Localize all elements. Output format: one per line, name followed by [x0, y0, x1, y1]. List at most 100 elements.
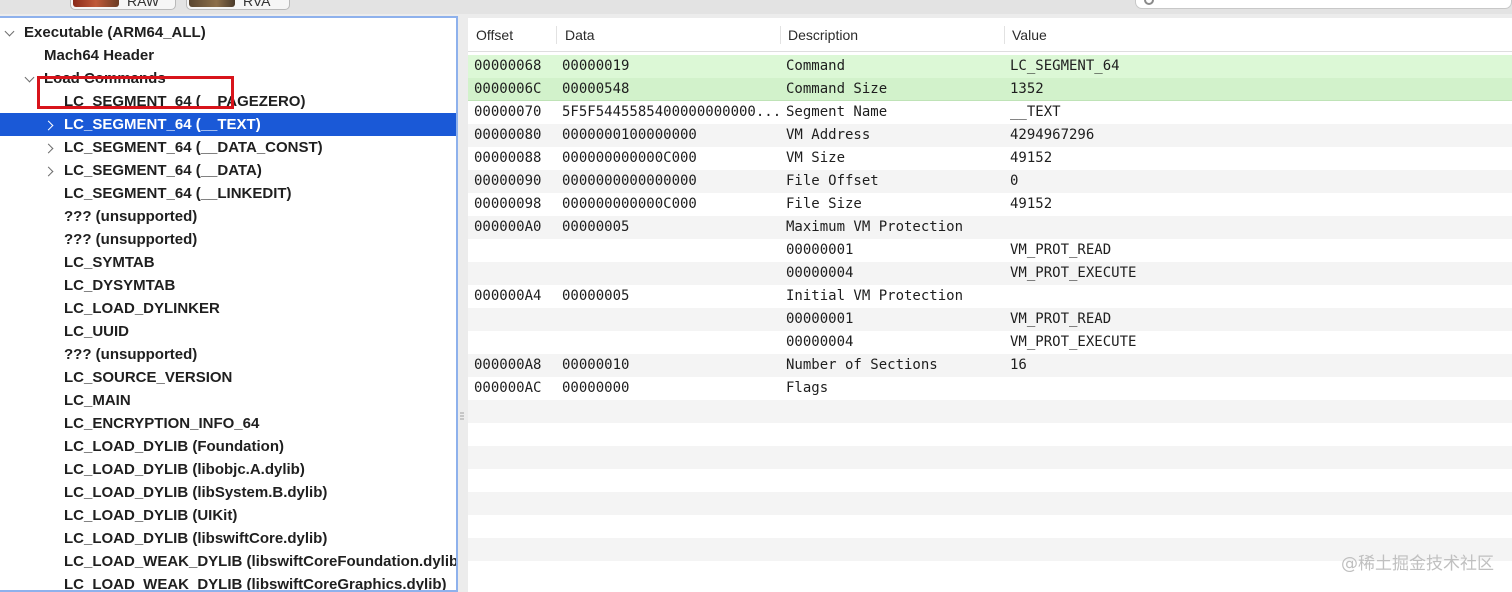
cell-data: 00000005: [562, 288, 630, 304]
table-row[interactable]: 0000006C 00000548 Command Size 1352: [468, 78, 1512, 101]
tree-item-label: LC_SEGMENT_64 (__DATA): [64, 162, 262, 179]
column-header-description[interactable]: Description: [788, 27, 858, 43]
cell-description: 00000001: [786, 242, 854, 258]
annotation-highlight-box: [37, 76, 234, 109]
cell-description: 00000001: [786, 311, 854, 327]
tree-item[interactable]: LC_SEGMENT_64 (__LINKEDIT): [0, 182, 456, 205]
tree-item[interactable]: LC_LOAD_DYLIB (Foundation): [0, 435, 456, 458]
cell-offset: 000000AC: [474, 380, 542, 396]
table-row[interactable]: 000000A4 00000005 Initial VM Protection: [468, 285, 1512, 308]
cell-data: 00000000: [562, 380, 630, 396]
tree-item-label: Mach64 Header: [44, 47, 155, 64]
cell-value: 1352: [1010, 81, 1044, 97]
tree-item[interactable]: LC_ENCRYPTION_INFO_64: [0, 412, 456, 435]
table-row[interactable]: 000000A0 00000005 Maximum VM Protection: [468, 216, 1512, 239]
chevron-down-icon[interactable]: [24, 73, 36, 85]
table-row[interactable]: [468, 492, 1512, 515]
tree-item[interactable]: LC_SEGMENT_64 (__DATA_CONST): [0, 136, 456, 159]
column-header-data[interactable]: Data: [565, 27, 595, 43]
table-row[interactable]: 000000AC 00000000 Flags: [468, 377, 1512, 400]
table-row[interactable]: 00000001 VM_PROT_READ: [468, 308, 1512, 331]
tree-item[interactable]: LC_DYSYMTAB: [0, 274, 456, 297]
tree-item[interactable]: LC_MAIN: [0, 389, 456, 412]
tree-item[interactable]: ??? (unsupported): [0, 205, 456, 228]
table-row[interactable]: 00000088 000000000000C000 VM Size 49152: [468, 147, 1512, 170]
column-header-value[interactable]: Value: [1012, 27, 1047, 43]
cell-offset: 00000070: [474, 104, 542, 120]
tree-item[interactable]: Executable (ARM64_ALL): [0, 21, 456, 44]
load-commands-tree[interactable]: LC_LOAD_WEAK_DYLIB (libswiftCoreGraphics…: [0, 16, 458, 592]
tree-item-label: ??? (unsupported): [64, 231, 198, 248]
cell-offset: 000000A8: [474, 357, 542, 373]
table-row[interactable]: 00000080 0000000100000000 VM Address 429496…: [468, 124, 1512, 147]
cell-value: VM_PROT_READ: [1010, 242, 1112, 258]
cell-value: 49152: [1010, 196, 1053, 212]
tree-item[interactable]: ??? (unsupported): [0, 343, 456, 366]
cell-offset: 00000090: [474, 173, 542, 189]
tree-item-label: LC_LOAD_DYLIB (libobjc.A.dylib): [64, 461, 305, 478]
table-row[interactable]: [468, 446, 1512, 469]
cell-value: 49152: [1010, 150, 1053, 166]
column-header-offset[interactable]: Offset: [476, 27, 513, 43]
tree-item[interactable]: LC_LOAD_WEAK_DYLIB (libswiftCoreGraphics…: [0, 573, 456, 590]
tree-item[interactable]: Mach64 Header: [0, 44, 456, 67]
search-icon: [1144, 0, 1154, 5]
table-header: Offset Data Description Value: [468, 18, 1512, 52]
column-divider[interactable]: [1004, 26, 1005, 44]
cell-description: File Offset: [786, 173, 879, 189]
table-row[interactable]: 00000068 00000019 Command LC_SEGMENT_64: [468, 55, 1512, 78]
table-row[interactable]: 00000004 VM_PROT_EXECUTE: [468, 262, 1512, 285]
table-row[interactable]: [468, 423, 1512, 446]
tree-item[interactable]: LC_SYMTAB: [0, 251, 456, 274]
tree-item-label: LC_MAIN: [64, 392, 131, 409]
tree-item[interactable]: ??? (unsupported): [0, 228, 456, 251]
cell-data: 00000019: [562, 58, 630, 74]
cell-description: Command: [786, 58, 846, 74]
watermark: @稀土掘金技术社区: [1341, 554, 1494, 574]
chevron-right-icon[interactable]: [44, 165, 56, 177]
table-row[interactable]: 00000001 VM_PROT_READ: [468, 239, 1512, 262]
column-divider[interactable]: [556, 26, 557, 44]
tree-item[interactable]: LC_SEGMENT_64 (__TEXT): [0, 113, 456, 136]
tree-item-label: LC_LOAD_DYLIB (Foundation): [64, 438, 284, 455]
table-row[interactable]: 00000090 0000000000000000 File Offset 0: [468, 170, 1512, 193]
table-row[interactable]: 00000004 VM_PROT_EXECUTE: [468, 331, 1512, 354]
cell-data: 000000000000C000: [562, 196, 697, 212]
cell-description: 00000004: [786, 334, 854, 350]
table-row[interactable]: [468, 400, 1512, 423]
table-row[interactable]: 00000098 000000000000C000 File Size 49152: [468, 193, 1512, 216]
tree-item-label: LC_DYSYMTAB: [64, 277, 176, 294]
table-row[interactable]: [468, 469, 1512, 492]
cell-value: VM_PROT_READ: [1010, 311, 1112, 327]
tree-item-label: LC_SOURCE_VERSION: [64, 369, 233, 386]
cell-value: LC_SEGMENT_64: [1010, 58, 1120, 74]
cell-description: Segment Name: [786, 104, 888, 120]
raw-mode-button[interactable]: RAW: [70, 0, 176, 10]
tree-item-label: LC_LOAD_DYLIB (libswiftCore.dylib): [64, 530, 328, 547]
table-row[interactable]: 00000070 5F5F5445585400000000000... Segmen…: [468, 101, 1512, 124]
tree-item[interactable]: LC_LOAD_DYLINKER: [0, 297, 456, 320]
tree-item[interactable]: LC_SEGMENT_64 (__DATA): [0, 159, 456, 182]
chevron-down-icon[interactable]: [4, 27, 16, 39]
tree-item[interactable]: LC_LOAD_DYLIB (UIKit): [0, 504, 456, 527]
cell-description: VM Address: [786, 127, 871, 143]
cell-description: File Size: [786, 196, 862, 212]
chevron-right-icon[interactable]: [44, 142, 56, 154]
table-row[interactable]: [468, 515, 1512, 538]
search-input[interactable]: [1135, 0, 1512, 9]
cell-value: 0: [1010, 173, 1019, 189]
tree-item[interactable]: LC_LOAD_DYLIB (libSystem.B.dylib): [0, 481, 456, 504]
rva-mode-button[interactable]: RVA: [186, 0, 290, 10]
split-view-divider[interactable]: [458, 16, 468, 592]
toolbar: RAW RVA: [0, 0, 1512, 14]
cell-offset: 000000A4: [474, 288, 542, 304]
tree-item[interactable]: LC_SOURCE_VERSION: [0, 366, 456, 389]
tree-item[interactable]: LC_LOAD_DYLIB (libobjc.A.dylib): [0, 458, 456, 481]
tree-item[interactable]: LC_LOAD_DYLIB (libswiftCore.dylib): [0, 527, 456, 550]
chevron-right-icon[interactable]: [44, 119, 56, 131]
column-divider[interactable]: [780, 26, 781, 44]
tree-item[interactable]: LC_LOAD_WEAK_DYLIB (libswiftCoreFoundati…: [0, 550, 456, 573]
tree-item[interactable]: LC_UUID: [0, 320, 456, 343]
tree-item-label: LC_LOAD_DYLIB (libSystem.B.dylib): [64, 484, 328, 501]
table-row[interactable]: 000000A8 00000010 Number of Sections 16: [468, 354, 1512, 377]
